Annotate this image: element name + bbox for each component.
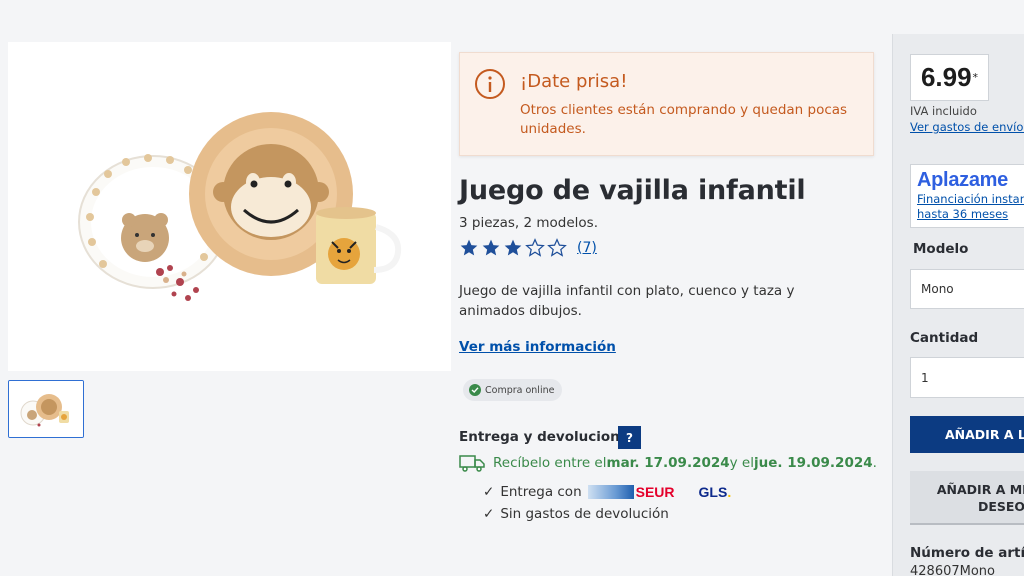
article-number: 428607Mono [910,564,995,576]
product-subtitle: 3 piezas, 2 modelos. [459,215,598,231]
carrier-label: Entrega con [500,484,582,500]
star-filled-icon [504,239,522,256]
star-empty-icon [547,238,567,257]
wishlist-line-2: DESEOS [977,499,1024,514]
info-icon [475,69,505,99]
star-empty-icon [525,238,545,257]
check-circle-icon [469,384,481,396]
rating[interactable]: (7) [459,238,597,258]
stock-alert: ¡Date prisa! Otros clientes están compra… [459,52,874,156]
delivery-help-button[interactable]: ? [618,426,641,449]
product-title: Juego de vajilla infantil [459,175,806,206]
model-label: Modelo [913,241,969,257]
product-main-image[interactable] [8,42,451,371]
seur-logo: SEUR [587,484,675,500]
check-icon: ✓ [483,506,495,522]
star-filled-icon [482,239,500,256]
delivery-suffix: . [872,455,877,471]
model-select[interactable]: Mono [910,269,1024,309]
alert-text: Otros clientes están comprando y quedan … [520,102,848,137]
price-box: 6.99 * [910,54,989,101]
rating-count-link[interactable]: (7) [577,240,597,256]
aplazame-financing-box[interactable]: Aplazame Financiación instant hasta 36 m… [910,164,1024,228]
delivery-date-to: jue. 19.09.2024 [754,455,873,471]
product-description: Juego de vajilla infantil con plato, cue… [459,283,795,319]
aplazame-logo: Aplazame [917,169,1008,191]
star-filled-icon [460,239,478,256]
shipping-costs-link[interactable]: Ver gastos de envío es [910,120,1024,134]
aplazame-line-2[interactable]: hasta 36 meses [917,207,1024,222]
product-thumbnail[interactable] [8,380,84,438]
quantity-label: Cantidad [910,330,979,346]
price: 6.99 [920,62,972,92]
add-to-cart-button[interactable]: AÑADIR A LA [910,416,1024,453]
online-purchase-badge: Compra online [463,379,563,401]
delivery-title: Entrega y devoluciones: [459,429,643,445]
delivery-middle: y el [729,455,754,471]
price-footnote-mark: * [972,71,979,84]
seur-logo-bar [587,485,634,499]
returns-line: ✓ Sin gastos de devolución [483,506,669,522]
article-number-label: Número de artícul [910,545,1024,561]
delivery-estimate: Recíbelo entre el mar. 17.09.2024 y el j… [459,454,877,472]
delivery-date-from: mar. 17.09.2024 [606,455,730,471]
aplazame-line-1[interactable]: Financiación instant [917,192,1024,207]
delivery-prefix: Recíbelo entre el [493,455,607,471]
gls-logo-dot: . [727,484,732,500]
online-badge-label: Compra online [485,384,555,396]
alert-title: ¡Date prisa! [520,71,628,92]
check-icon: ✓ [483,484,495,500]
quantity-input[interactable]: 1 [910,357,1024,398]
gls-logo-text: GLS [698,484,728,500]
add-to-wishlist-button[interactable]: AÑADIR A MI L DESEOS [910,471,1024,525]
carrier-line: ✓ Entrega con SEUR GLS. [483,484,731,500]
more-info-link[interactable]: Ver más información [459,339,616,355]
vat-note: IVA incluido [910,104,977,118]
gls-logo: GLS. [699,484,732,500]
wishlist-line-1: AÑADIR A MI L [936,482,1024,497]
truck-icon [459,455,485,472]
seur-logo-text: SEUR [635,484,675,500]
returns-label: Sin gastos de devolución [500,506,669,522]
